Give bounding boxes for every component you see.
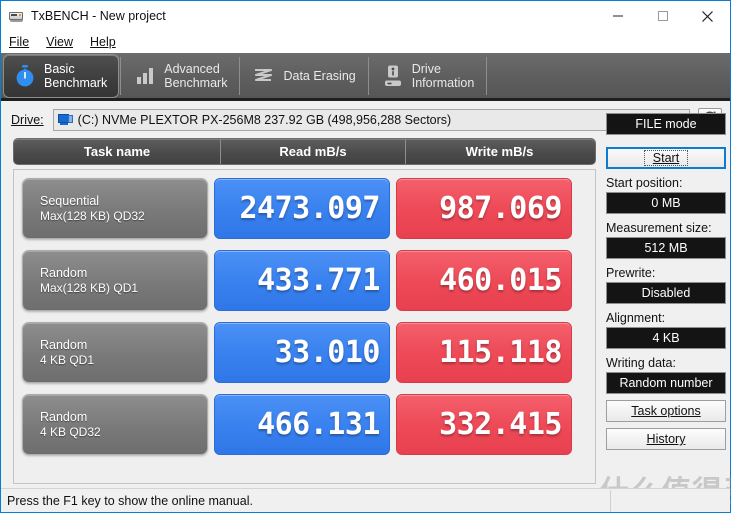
- tab-data-erasing[interactable]: Data Erasing: [243, 54, 366, 98]
- alignment-field[interactable]: 4 KB: [606, 327, 726, 349]
- alignment-caption: Alignment:: [606, 311, 666, 325]
- status-bar: Press the F1 key to show the online manu…: [1, 488, 730, 512]
- measurement-size-field[interactable]: 512 MB: [606, 237, 726, 259]
- column-header-read: Read mB/s: [220, 139, 405, 164]
- drive-info-icon: [380, 62, 406, 90]
- task-name-primary: Sequential: [40, 193, 100, 208]
- drive-icon: [8, 8, 24, 24]
- task-name-secondary: 4 KB QD32: [40, 424, 101, 439]
- task-button-sequential-qd32[interactable]: Sequential Max(128 KB) QD32: [22, 178, 208, 239]
- start-position-caption: Start position:: [606, 176, 683, 190]
- status-bar-panel: [610, 489, 730, 512]
- tab-strip: Basic Benchmark Advanced Benchmark Data …: [1, 53, 730, 101]
- menu-bar: File View Help: [1, 31, 730, 53]
- start-button-label: Start: [643, 150, 689, 166]
- tab-basic-benchmark[interactable]: Basic Benchmark: [3, 53, 120, 98]
- start-button-text: Start: [652, 151, 680, 165]
- prewrite-field[interactable]: Disabled: [606, 282, 726, 304]
- tab-separator: [367, 56, 369, 95]
- task-button-random-max-qd1[interactable]: Random Max(128 KB) QD1: [22, 250, 208, 311]
- drive-selected-value: (C:) NVMe PLEXTOR PX-256M8 237.92 GB (49…: [77, 113, 452, 127]
- task-name-primary: Random: [40, 409, 88, 424]
- column-header-task-name: Task name: [83, 144, 151, 159]
- write-value-badge: 460.015: [396, 250, 572, 311]
- task-name-secondary: Max(128 KB) QD32: [40, 208, 145, 223]
- task-name-secondary: Max(128 KB) QD1: [40, 280, 139, 295]
- results-body: Sequential Max(128 KB) QD32 2473.097 987…: [13, 169, 596, 484]
- results-panel: Task name Read mB/s Write mB/s Sequentia…: [13, 138, 596, 486]
- table-row: Random 4 KB QD1 33.010 115.118: [22, 320, 587, 385]
- tab-data-erasing-label: Data Erasing: [283, 68, 356, 83]
- tab-advanced-benchmark[interactable]: Advanced Benchmark: [124, 54, 238, 98]
- task-button-random-4k-qd1[interactable]: Random 4 KB QD1: [22, 322, 208, 383]
- task-name-primary: Random: [40, 337, 88, 352]
- tab-advanced-benchmark-label: Advanced Benchmark: [164, 61, 228, 90]
- options-sidebar: FILE mode Start Start position: 0 MB Mea…: [606, 113, 730, 488]
- read-value-badge: 2473.097: [214, 178, 390, 239]
- title-bar: TxBENCH - New project: [1, 1, 730, 31]
- tab-separator: [239, 56, 241, 95]
- task-name-primary: Random: [40, 265, 88, 280]
- column-header-write: Write mB/s: [405, 139, 593, 164]
- writing-data-caption: Writing data:: [606, 356, 676, 370]
- history-button[interactable]: History: [606, 428, 726, 450]
- minimize-button[interactable]: [595, 1, 640, 31]
- task-options-label: Task options: [631, 404, 701, 418]
- measurement-size-caption: Measurement size:: [606, 221, 712, 235]
- history-label: History: [646, 432, 686, 446]
- read-value-badge: 433.771: [214, 250, 390, 311]
- table-row: Random Max(128 KB) QD1 433.771 460.015: [22, 248, 587, 313]
- txbench-window: TxBENCH - New project File View Help Bas…: [0, 0, 731, 513]
- read-value-badge: 466.131: [214, 394, 390, 455]
- writing-data-field[interactable]: Random number: [606, 372, 726, 394]
- task-button-random-4k-qd32[interactable]: Random 4 KB QD32: [22, 394, 208, 455]
- table-row: Random 4 KB QD32 466.131 332.415: [22, 392, 587, 457]
- prewrite-caption: Prewrite:: [606, 266, 656, 280]
- write-value-badge: 332.415: [396, 394, 572, 455]
- status-bar-text: Press the F1 key to show the online manu…: [7, 493, 253, 508]
- window-title: TxBENCH - New project: [31, 9, 166, 23]
- drive-label-text: Drive:: [11, 113, 44, 127]
- tab-separator: [120, 56, 122, 95]
- eraser-wave-icon: [251, 62, 277, 90]
- menu-view-label: View: [46, 35, 74, 49]
- menu-item-view[interactable]: View: [46, 34, 82, 50]
- bar-chart-icon: [132, 62, 158, 90]
- maximize-button[interactable]: [640, 1, 685, 31]
- drive-select-icon: [57, 113, 74, 127]
- close-button[interactable]: [685, 1, 730, 31]
- tab-drive-information-label: Drive Information: [411, 61, 475, 90]
- start-button[interactable]: Start: [606, 147, 726, 169]
- drive-combobox[interactable]: (C:) NVMe PLEXTOR PX-256M8 237.92 GB (49…: [52, 109, 690, 131]
- task-name-secondary: 4 KB QD1: [40, 352, 95, 367]
- menu-file-label: File: [9, 35, 30, 49]
- results-header-row: Task name Read mB/s Write mB/s: [13, 138, 596, 165]
- stopwatch-icon: [12, 62, 38, 90]
- read-value-badge: 33.010: [214, 322, 390, 383]
- tab-drive-information[interactable]: Drive Information: [372, 54, 486, 98]
- file-mode-field[interactable]: FILE mode: [606, 113, 726, 135]
- menu-help-label: Help: [90, 35, 116, 49]
- drive-label: Drive:: [11, 113, 44, 127]
- tab-basic-benchmark-label: Basic Benchmark: [44, 61, 108, 90]
- menu-item-help[interactable]: Help: [90, 34, 125, 50]
- tab-separator: [486, 56, 488, 95]
- table-row: Sequential Max(128 KB) QD32 2473.097 987…: [22, 176, 587, 241]
- menu-item-file[interactable]: File: [9, 34, 38, 50]
- write-value-badge: 115.118: [396, 322, 572, 383]
- write-value-badge: 987.069: [396, 178, 572, 239]
- task-options-button[interactable]: Task options: [606, 400, 726, 422]
- start-position-field[interactable]: 0 MB: [606, 192, 726, 214]
